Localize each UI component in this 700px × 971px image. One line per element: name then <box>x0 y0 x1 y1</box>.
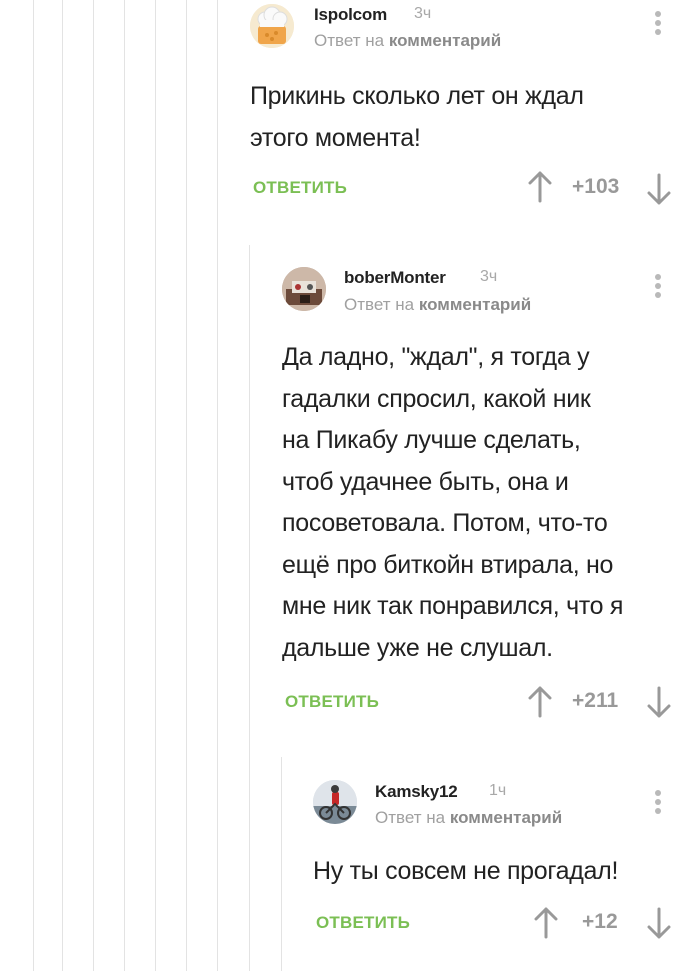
comment: boberMonter 3ч Ответ на комментарий Да л… <box>282 262 700 732</box>
comment-time: 1ч <box>489 782 507 799</box>
author-name[interactable]: boberMonter <box>344 268 446 288</box>
comment-text-line: Да ладно, "ждал", я тогда у <box>282 343 590 371</box>
comment: Kamsky12 1ч Ответ на комментарий Ну ты с… <box>313 776 700 956</box>
avatar[interactable] <box>313 780 357 824</box>
reply-to-line: Ответ на комментарий <box>344 295 531 315</box>
reply-button[interactable]: ОТВЕТИТЬ <box>285 692 379 712</box>
avatar[interactable] <box>250 4 294 48</box>
more-options-icon[interactable] <box>654 274 662 301</box>
reply-button[interactable]: ОТВЕТИТЬ <box>253 178 347 198</box>
author-name[interactable]: Ispolcom <box>314 5 387 25</box>
comment-text-line: Прикинь сколько лет он ждал <box>250 82 584 110</box>
reply-to-line: Ответ на комментарий <box>314 31 501 51</box>
rating-value: +12 <box>582 910 618 933</box>
more-options-icon[interactable] <box>654 790 662 817</box>
chef-hat-avatar-icon <box>250 4 294 48</box>
upvote-arrow-icon[interactable] <box>533 907 559 939</box>
thread-line <box>33 0 34 971</box>
comment-text-line: этого момента! <box>250 123 421 152</box>
reply-to-link[interactable]: комментарий <box>450 808 562 827</box>
comment-text-line: чтоб удачнее быть, она и <box>282 467 569 496</box>
comment-text-line: мне ник так понравился, что я <box>282 592 624 620</box>
downvote-arrow-icon[interactable] <box>646 907 672 939</box>
more-options-icon[interactable] <box>654 11 662 38</box>
comment-text: Прикинь сколько лет он ждал этого момент… <box>250 76 584 159</box>
reply-to-prefix: Ответ на <box>344 295 415 314</box>
reply-to-link[interactable]: комментарий <box>389 31 501 50</box>
comment-time: 3ч <box>480 268 498 285</box>
thread-line <box>62 0 63 971</box>
upvote-arrow-icon[interactable] <box>527 171 553 203</box>
comment-text-line: дальше уже не слушал. <box>282 633 553 662</box>
thread-line <box>93 0 94 971</box>
thread-line <box>155 0 156 971</box>
comment-text-line: Ну ты совсем не прогадал! <box>313 857 619 885</box>
comment-text-line: гадалки спросил, какой ник <box>282 384 591 413</box>
comment: Ispolcom 3ч Ответ на комментарий Прикинь… <box>250 0 700 230</box>
reply-to-prefix: Ответ на <box>314 31 385 50</box>
reply-to-prefix: Ответ на <box>375 808 446 827</box>
rating-value: +211 <box>572 689 619 712</box>
downvote-arrow-icon[interactable] <box>646 173 672 205</box>
upvote-arrow-icon[interactable] <box>527 686 553 718</box>
thread-line <box>217 0 218 971</box>
thread-line[interactable] <box>249 245 250 971</box>
comment-text-line: на Пикабу лучше сделать, <box>282 426 581 454</box>
cyclist-photo-avatar-icon <box>313 780 357 824</box>
reply-to-link[interactable]: комментарий <box>419 295 531 314</box>
reply-to-line: Ответ на комментарий <box>375 808 562 828</box>
thread-line[interactable] <box>281 757 282 971</box>
thread-line <box>186 0 187 971</box>
comment-text-line: ещё про биткойн втирала, но <box>282 550 614 579</box>
author-name[interactable]: Kamsky12 <box>375 782 458 802</box>
comment-text: Да ладно, "ждал", я тогда у гадалки спро… <box>282 337 623 669</box>
comment-text-line: посоветовала. Потом, что-то <box>282 509 608 537</box>
downvote-arrow-icon[interactable] <box>646 686 672 718</box>
photo-avatar-icon <box>282 267 326 311</box>
rating-value: +103 <box>572 175 620 198</box>
comment-text: Ну ты совсем не прогадал! <box>313 851 618 893</box>
avatar[interactable] <box>282 267 326 311</box>
comment-time: 3ч <box>414 5 432 22</box>
reply-button[interactable]: ОТВЕТИТЬ <box>316 913 410 933</box>
thread-line <box>124 0 125 971</box>
